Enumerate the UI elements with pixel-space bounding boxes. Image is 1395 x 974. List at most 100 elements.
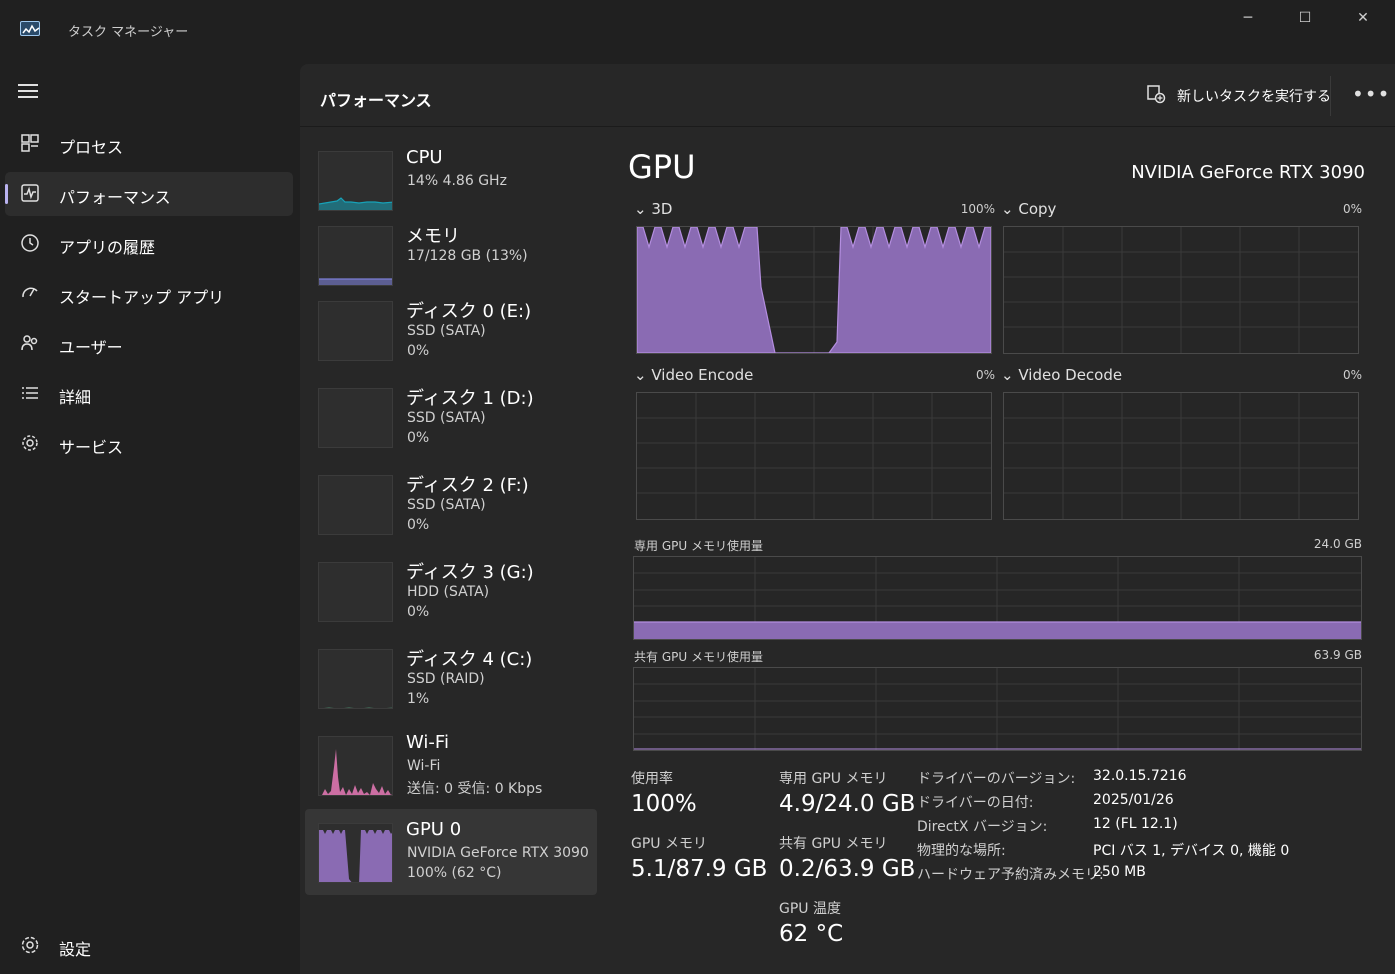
nav-item-users[interactable]: ユーザー bbox=[5, 322, 293, 366]
more-options-button[interactable]: ••• bbox=[1352, 82, 1390, 106]
resource-item-memory[interactable]: メモリ 17/128 GB (13%) bbox=[305, 212, 597, 298]
run-task-label: 新しいタスクを実行する bbox=[1177, 89, 1331, 105]
resource-name: Wi-Fi bbox=[406, 732, 449, 753]
users-icon bbox=[19, 333, 41, 355]
gpu-model: NVIDIA GeForce RTX 3090 bbox=[1131, 162, 1365, 183]
services-icon bbox=[19, 433, 41, 455]
cpu-thumbnail bbox=[318, 151, 393, 211]
info-value: 12 (FL 12.1) bbox=[1093, 816, 1178, 832]
info-value: 32.0.15.7216 bbox=[1093, 768, 1187, 784]
disk-3-thumbnail bbox=[318, 562, 393, 622]
task-manager-app-icon bbox=[20, 21, 40, 36]
dedicated-mem-graph bbox=[633, 556, 1362, 640]
resource-sub: SSD (RAID) bbox=[407, 671, 485, 687]
chevron-down-icon: ⌄ bbox=[1001, 366, 1014, 384]
info-key: ハードウェア予約済みメモリ: bbox=[917, 867, 1104, 883]
shared-mem-max: 63.9 GB bbox=[1313, 648, 1362, 662]
gpu-0-thumbnail bbox=[318, 823, 393, 883]
temp-label: GPU 温度 bbox=[779, 901, 841, 917]
utilization-label: 使用率 bbox=[631, 771, 673, 787]
performance-icon bbox=[19, 183, 41, 205]
nav-label: パフォーマンス bbox=[59, 188, 171, 207]
resource-sub2: 0% bbox=[407, 604, 430, 620]
resource-name: メモリ bbox=[406, 226, 460, 247]
resource-sub: 14% 4.86 GHz bbox=[407, 173, 507, 189]
nav-item-details[interactable]: 詳細 bbox=[5, 372, 293, 416]
engine-3d-pct: 100% bbox=[960, 202, 995, 216]
resource-item-disk-3[interactable]: ディスク 3 (G:) HDD (SATA) 0% bbox=[305, 548, 597, 634]
info-value: PCI バス 1, デバイス 0, 機能 0 bbox=[1093, 843, 1290, 859]
shared-label: 共有 GPU メモリ bbox=[779, 836, 888, 852]
chevron-down-icon: ⌄ bbox=[634, 366, 647, 384]
left-nav: プロセス パフォーマンス アプリの履歴 スタートアップ アプリ ユーザー 詳細 bbox=[0, 62, 300, 974]
dedicated-value: 4.9/24.0 GB bbox=[779, 791, 916, 817]
memory-thumbnail bbox=[318, 226, 393, 286]
resource-sub2: 0% bbox=[407, 517, 430, 533]
resource-name: GPU 0 bbox=[406, 819, 462, 840]
dedicated-mem-fill bbox=[634, 622, 1361, 639]
nav-label: 設定 bbox=[59, 940, 92, 959]
resource-name: CPU bbox=[406, 147, 443, 168]
engine-video-decode-selector[interactable]: ⌄ Video Decode bbox=[1001, 366, 1122, 384]
nav-item-app-history[interactable]: アプリの履歴 bbox=[5, 222, 293, 266]
resource-name: ディスク 1 (D:) bbox=[406, 388, 534, 409]
resource-name: ディスク 4 (C:) bbox=[406, 649, 533, 670]
resource-sub2: 送信: 0 受信: 0 Kbps bbox=[407, 781, 543, 797]
header-separator bbox=[300, 126, 1395, 127]
resource-item-disk-2[interactable]: ディスク 2 (F:) SSD (SATA) 0% bbox=[305, 461, 597, 547]
resource-sub: NVIDIA GeForce RTX 3090 bbox=[407, 845, 589, 861]
engine-copy-pct: 0% bbox=[1342, 202, 1362, 216]
nav-item-startup-apps[interactable]: スタートアップ アプリ bbox=[5, 272, 293, 316]
resource-sub2: 0% bbox=[407, 430, 430, 446]
gpu-title: GPU bbox=[628, 148, 696, 186]
engine-copy-graph bbox=[1003, 226, 1359, 354]
dedicated-mem-max: 24.0 GB bbox=[1313, 537, 1362, 551]
nav-item-services[interactable]: サービス bbox=[5, 422, 293, 466]
resource-item-disk-4[interactable]: ディスク 4 (C:) SSD (RAID) 1% bbox=[305, 635, 597, 721]
nav-item-settings[interactable]: 設定 bbox=[5, 924, 293, 968]
engine-label: 3D bbox=[651, 200, 673, 218]
nav-item-performance[interactable]: パフォーマンス bbox=[5, 172, 293, 216]
history-icon bbox=[19, 233, 41, 255]
engine-3d-selector[interactable]: ⌄ 3D bbox=[634, 200, 672, 218]
disk-2-thumbnail bbox=[318, 475, 393, 535]
hamburger-icon[interactable] bbox=[18, 84, 40, 102]
info-key: DirectX バージョン: bbox=[917, 819, 1048, 835]
info-key: 物理的な場所: bbox=[917, 843, 1006, 859]
temp-value: 62 °C bbox=[779, 921, 844, 947]
engine-copy-selector[interactable]: ⌄ Copy bbox=[1001, 200, 1056, 218]
engine-video-encode-selector[interactable]: ⌄ Video Encode bbox=[634, 366, 753, 384]
page-title: パフォーマンス bbox=[320, 91, 432, 110]
dedicated-label: 専用 GPU メモリ bbox=[779, 771, 888, 787]
resource-item-wifi[interactable]: Wi-Fi Wi-Fi 送信: 0 受信: 0 Kbps bbox=[305, 722, 597, 808]
resource-sub: 17/128 GB (13%) bbox=[407, 248, 528, 264]
nav-label: ユーザー bbox=[59, 338, 123, 357]
resource-item-cpu[interactable]: CPU 14% 4.86 GHz bbox=[305, 137, 597, 223]
resource-name: ディスク 2 (F:) bbox=[406, 475, 529, 496]
resource-sub: SSD (SATA) bbox=[407, 497, 486, 513]
maximize-button[interactable]: ☐ bbox=[1282, 6, 1328, 30]
resource-item-disk-0[interactable]: ディスク 0 (E:) SSD (SATA) 0% bbox=[305, 287, 597, 373]
nav-label: アプリの履歴 bbox=[59, 238, 156, 257]
resource-item-gpu-0[interactable]: GPU 0 NVIDIA GeForce RTX 3090 100% (62 °… bbox=[305, 809, 597, 895]
gpu-mem-value: 5.1/87.9 GB bbox=[631, 856, 768, 882]
chevron-down-icon: ⌄ bbox=[1001, 200, 1014, 218]
settings-icon bbox=[19, 935, 41, 957]
info-value: 250 MB bbox=[1093, 864, 1146, 880]
shared-mem-graph bbox=[633, 667, 1362, 751]
nav-item-processes[interactable]: プロセス bbox=[5, 122, 293, 166]
engine-label: Video Encode bbox=[651, 366, 754, 384]
resource-item-disk-1[interactable]: ディスク 1 (D:) SSD (SATA) 0% bbox=[305, 374, 597, 460]
close-button[interactable]: ✕ bbox=[1340, 6, 1386, 30]
engine-label: Copy bbox=[1018, 200, 1057, 218]
nav-label: 詳細 bbox=[59, 388, 92, 407]
engine-video-decode-pct: 0% bbox=[1342, 368, 1362, 382]
run-task-icon bbox=[1146, 84, 1166, 104]
main-panel: パフォーマンス 新しいタスクを実行する ••• CPU 14% 4.86 GHz… bbox=[300, 64, 1395, 974]
title-bar: タスク マネージャー ─ ☐ ✕ bbox=[0, 0, 1395, 62]
info-key: ドライバーの日付: bbox=[917, 795, 1034, 811]
wifi-thumbnail bbox=[318, 736, 393, 796]
resource-sub: SSD (SATA) bbox=[407, 410, 486, 426]
minimize-button[interactable]: ─ bbox=[1225, 6, 1271, 30]
info-key: ドライバーのバージョン: bbox=[917, 771, 1076, 787]
